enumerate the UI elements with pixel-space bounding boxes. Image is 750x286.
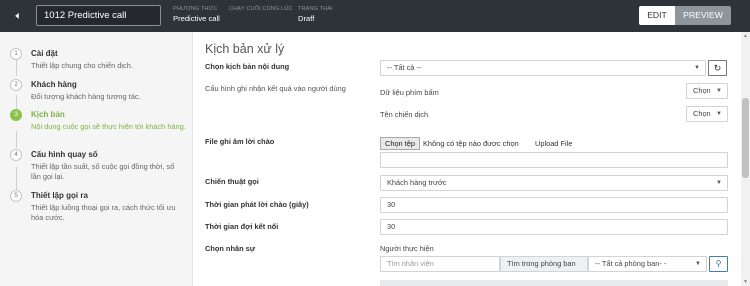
step-number: 3 [10,109,22,121]
step-name: Kịch bản [31,110,65,119]
method-meta: PHƯƠNG THỨC Predictive call [173,6,220,23]
campaign-name-select[interactable]: Chọn ▼ [686,106,728,122]
step-number: 2 [10,79,22,91]
section-title: Kịch bản xử lý [205,42,285,56]
department-search-addon: Tìm trong phòng ban [500,256,588,272]
step-description: Thiết lập tần suất, số cuộc gọi đồng thờ… [31,162,175,181]
staff-search-placeholder: Tìm nhân viên [387,259,434,268]
step-number: 4 [10,149,22,161]
call-strategy-label: Chiến thuật gọi [205,177,259,186]
chevron-down-icon: ▼ [716,88,722,94]
script-label: Chọn kịch bản nội dung [205,62,290,71]
keypress-label: Dữ liệu phím bấm [380,88,439,97]
status-value: Draff [298,14,315,23]
top-bar: 🢐 1012 Predictive call PHƯƠNG THỨC Predi… [0,0,750,32]
last-run-label: CHẠY CUỐI CÙNG LÚC [229,6,293,12]
chevron-down-icon: ▼ [716,180,722,186]
greeting-time-label: Thời gian phát lời chào (giây) [205,200,309,209]
search-icon: ⚲ [715,259,722,268]
method-value: Predictive call [173,14,220,23]
department-select[interactable]: -- Tất cả phòng ban- - ▼ [588,256,707,272]
scrollbar-thumb[interactable] [742,98,749,178]
step-description: Đối tượng khách hàng tương tác. [31,92,141,101]
preview-button[interactable]: PREVIEW [675,6,731,25]
greeting-time-input[interactable]: 30 [380,197,728,213]
staff-search-input[interactable]: Tìm nhân viên [380,256,500,272]
step-name: Cài đặt [31,49,58,58]
chevron-down-icon: ▼ [716,111,722,117]
step-name: Thiết lập gọi ra [31,191,88,200]
scrollbar[interactable]: ▲ ▼ [741,32,750,286]
campaign-name-select-value: Chọn [693,109,711,118]
greeting-file-label: File ghi âm lời chào [205,137,275,146]
connect-wait-input[interactable]: 30 [380,219,728,235]
step-name: Khách hàng [31,80,77,89]
chevron-down-icon: ▼ [694,65,700,71]
method-label: PHƯƠNG THỨC [173,6,218,12]
steps-sidebar: 1 Cài đặt Thiết lập chung cho chiến dịch… [0,32,193,286]
step-description: Thiết lập chung cho chiến dịch. [31,61,133,70]
scroll-up-icon[interactable]: ▲ [741,33,750,39]
staff-table-header [380,280,728,286]
step-connector [16,131,17,148]
step-description: Thiết lập luồng thoại gọi ra, cách thức … [31,203,176,222]
choose-file-button[interactable]: Chọn tệp [380,137,420,150]
step-number: 1 [10,48,22,60]
greeting-file-path-input[interactable] [380,152,728,168]
config-label: Cấu hình ghi nhận kết quả vào người dùng [205,84,346,93]
staff-label: Chọn nhân sự [205,244,256,253]
refresh-icon: ↻ [713,63,722,73]
call-strategy-value: Khách hàng trước [387,178,447,187]
arrow-left-icon: 🢐 [14,8,20,23]
step-connector [16,59,17,76]
step-description: Nội dung cuộc gọi sẽ thực hiện tới khách… [31,122,186,131]
search-button[interactable]: ⚲ [709,256,728,272]
campaign-name-label: Tên chiến dịch [380,110,429,119]
step-number: 5 [10,190,22,202]
script-select-value: -- Tất cả -- [387,63,422,72]
chevron-down-icon: ▼ [695,261,701,267]
script-select[interactable]: -- Tất cả -- ▼ [380,60,706,76]
department-select-value: -- Tất cả phòng ban- - [595,259,667,268]
last-run-meta: CHẠY CUỐI CÙNG LÚC [229,6,293,14]
upload-file-link[interactable]: Upload File [535,139,572,148]
step-connector [16,167,17,191]
campaign-name-input[interactable]: 1012 Predictive call [36,5,161,26]
status-label: TRẠNG THÁI [298,6,333,12]
script-form: Kịch bản xử lý Chọn kịch bản nội dung --… [194,32,739,286]
no-file-text: Không có tệp nào được chọn [423,139,519,148]
scroll-down-icon[interactable]: ▼ [741,279,750,285]
refresh-button[interactable]: ↻ [708,60,727,76]
back-button[interactable]: 🢐 [9,9,25,23]
connect-wait-label: Thời gian đợi kết nối [205,222,279,231]
edit-button[interactable]: EDIT [639,6,675,25]
call-strategy-select[interactable]: Khách hàng trước ▼ [380,175,728,191]
executor-label: Người thực hiện [380,244,434,253]
keypress-select[interactable]: Chọn ▼ [686,83,728,99]
step-name: Cấu hình quay số [31,150,98,159]
status-meta: TRẠNG THÁI Draff [298,6,333,23]
keypress-select-value: Chọn [693,86,711,95]
